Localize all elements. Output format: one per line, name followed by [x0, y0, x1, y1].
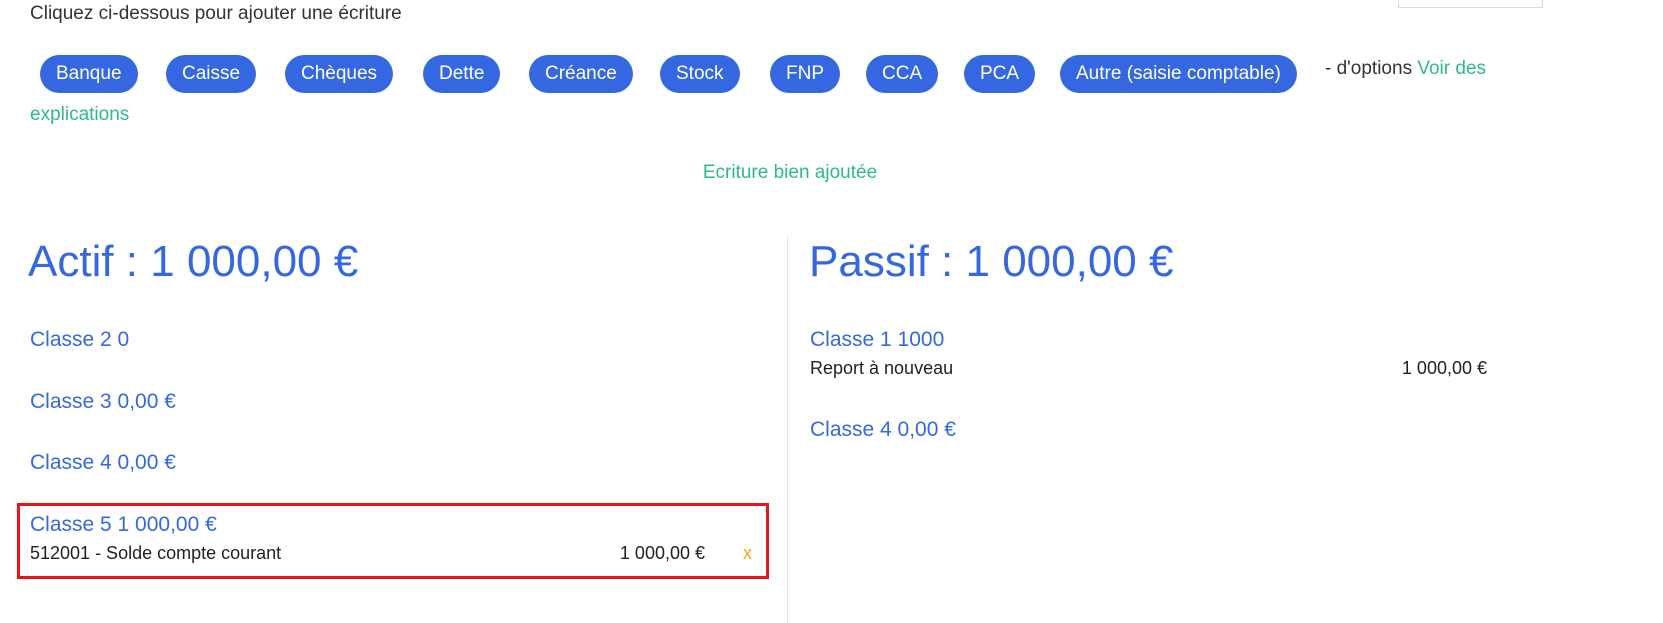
passif-account-report-a-nouveau: Report à nouveau — [810, 358, 954, 378]
creance-button[interactable]: Créance — [529, 55, 633, 93]
options-line: - d'options Voir des — [1325, 58, 1486, 80]
fnp-button[interactable]: FNP — [770, 55, 840, 93]
cheques-button[interactable]: Chèques — [285, 55, 394, 93]
delete-entry-icon[interactable]: x — [743, 543, 752, 564]
actif-account-512001-amount: 1 000,00 € — [619, 543, 705, 563]
banque-button[interactable]: Banque — [40, 55, 138, 93]
passif-account-report-amount: 1 000,00 € — [1401, 358, 1487, 378]
actif-class-3-label: Classe 3 0,00 € — [30, 390, 176, 413]
actif-account-512001: 512001 - Solde compte courant — [30, 543, 282, 563]
passif-class-1-label: Classe 1 1000 — [810, 328, 945, 351]
column-divider — [787, 236, 788, 623]
success-message: Ecriture bien ajoutée — [702, 162, 878, 183]
explanations-link[interactable]: Voir des — [1417, 58, 1486, 79]
dette-button[interactable]: Dette — [423, 55, 501, 93]
caisse-button[interactable]: Caisse — [166, 55, 257, 93]
autre-saisie-comptable-button[interactable]: Autre (saisie comptable) — [1060, 55, 1297, 93]
more-options-text: - d'options — [1325, 58, 1413, 79]
actif-class-5-label: Classe 5 1 000,00 € — [30, 513, 217, 536]
explanations-link-continued[interactable]: explications — [30, 104, 129, 126]
instruction-text: Cliquez ci-dessous pour ajouter une écri… — [30, 3, 402, 24]
cca-button[interactable]: CCA — [866, 55, 939, 93]
passif-title: Passif : 1 000,00 € — [809, 237, 1174, 286]
actif-title: Actif : 1 000,00 € — [28, 237, 359, 286]
stock-button[interactable]: Stock — [660, 55, 740, 93]
actif-class-4-label: Classe 4 0,00 € — [30, 451, 176, 474]
balance-sheet-page: Cliquez ci-dessous pour ajouter une écri… — [0, 0, 1663, 623]
actif-class-2-label: Classe 2 0 — [30, 328, 130, 351]
pca-button[interactable]: PCA — [964, 55, 1036, 93]
top-right-field — [1398, 0, 1543, 8]
passif-class-4-label: Classe 4 0,00 € — [810, 418, 956, 441]
